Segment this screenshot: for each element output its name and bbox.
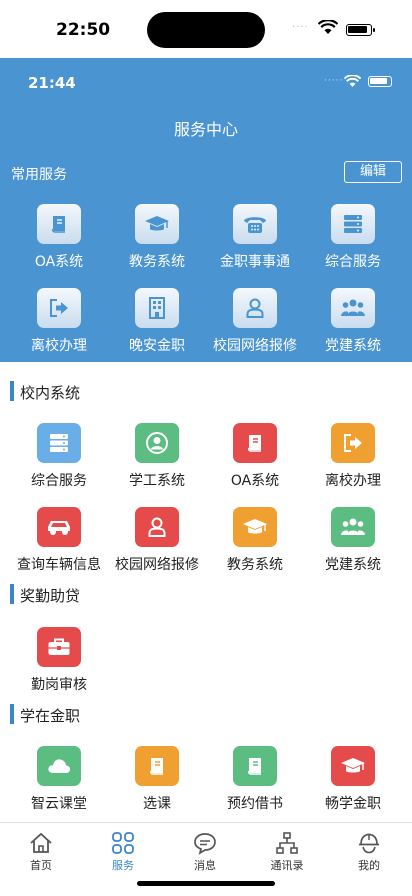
battery-icon [346, 24, 375, 36]
helmet-icon [328, 831, 410, 855]
tab-contacts[interactable]: 通讯录 [246, 831, 328, 873]
section-title: 校内系统 [20, 384, 81, 402]
app-tile[interactable]: 勤岗审核 [11, 627, 107, 694]
person-icon [135, 507, 179, 547]
service-tile[interactable]: 党建系统 [305, 288, 401, 355]
person-icon [233, 288, 277, 328]
graduation-cap-icon [331, 746, 375, 786]
user-circle-icon [135, 423, 179, 463]
app-tile[interactable]: 选课 [109, 746, 205, 813]
exit-arrow-icon [331, 423, 375, 463]
org-chart-icon [246, 831, 328, 855]
app-tile[interactable]: OA系统 [207, 423, 303, 490]
service-tile[interactable]: 离校办理 [11, 288, 107, 355]
service-label: 综合服务 [325, 254, 381, 270]
app-tile[interactable]: 畅学金职 [305, 746, 401, 813]
service-tile[interactable]: OA系统 [11, 204, 107, 271]
service-tile[interactable]: 校园网络报修 [207, 288, 303, 355]
book-icon [135, 746, 179, 786]
app-tile[interactable]: 查询车辆信息 [11, 507, 107, 574]
cloud-icon [37, 746, 81, 786]
inner-status-time: 21:44 [28, 74, 76, 92]
service-label: 晚安金职 [129, 338, 185, 354]
app-tile[interactable]: 学工系统 [109, 423, 205, 490]
grid-icon [82, 831, 164, 855]
signal-dots: ···· [292, 22, 309, 33]
tab-home[interactable]: 首页 [0, 831, 82, 873]
service-label: OA系统 [34, 254, 84, 270]
group-icon [331, 288, 375, 328]
service-label: 校园网络报修 [213, 338, 297, 354]
exit-arrow-icon [37, 288, 81, 328]
app-label: 勤岗审核 [31, 677, 87, 693]
app-label: 选课 [143, 796, 171, 812]
dynamic-island [147, 12, 265, 48]
section-title: 奖勤助贷 [20, 587, 81, 605]
app-label: 离校办理 [325, 473, 381, 489]
service-tile[interactable]: 综合服务 [305, 204, 401, 271]
service-tile[interactable]: 教务系统 [109, 204, 205, 271]
car-icon [37, 507, 81, 547]
home-icon [0, 831, 82, 855]
telephone-icon [233, 204, 277, 244]
common-services-label: 常用服务 [11, 167, 67, 183]
service-label: 党建系统 [325, 338, 381, 354]
app-label: 综合服务 [31, 473, 87, 489]
status-time: 22:50 [56, 20, 111, 40]
app-tile[interactable]: 离校办理 [305, 423, 401, 490]
briefcase-icon [37, 627, 81, 667]
edit-button[interactable]: 编辑 [344, 161, 402, 183]
server-icon [331, 204, 375, 244]
inner-signal-dots: ····· [324, 76, 344, 86]
graduation-cap-icon [135, 204, 179, 244]
common-services-panel: 21:44 ····· 服务中心 常用服务 编辑 OA系统 教务系统 金职事事通… [0, 58, 412, 362]
tab-label: 服务 [112, 859, 134, 872]
service-tile[interactable]: 金职事事通 [207, 204, 303, 271]
app-label: 查询车辆信息 [17, 557, 101, 573]
app-tile[interactable]: 党建系统 [305, 507, 401, 574]
tab-service[interactable]: 服务 [82, 831, 164, 873]
app-label: 畅学金职 [325, 796, 381, 812]
tab-mine[interactable]: 我的 [328, 831, 410, 873]
tab-label: 我的 [358, 859, 380, 872]
service-label: 金职事事通 [220, 254, 290, 270]
section-accent-bar [10, 704, 14, 724]
graduation-cap-icon [233, 507, 277, 547]
app-label: 教务系统 [227, 557, 283, 573]
tab-messages[interactable]: 消息 [164, 831, 246, 873]
chat-bubble-icon [164, 831, 246, 855]
service-label: 离校办理 [31, 338, 87, 354]
app-tile[interactable]: 智云课堂 [11, 746, 107, 813]
group-icon [331, 507, 375, 547]
section-accent-bar [10, 584, 14, 604]
app-label: OA系统 [230, 473, 280, 489]
app-label: 党建系统 [325, 557, 381, 573]
inner-battery-icon [368, 76, 392, 87]
building-icon [135, 288, 179, 328]
app-label: 学工系统 [129, 473, 185, 489]
book-icon [233, 423, 277, 463]
inner-wifi-icon [343, 73, 362, 92]
app-tile[interactable]: 校园网络报修 [109, 507, 205, 574]
app-tile[interactable]: 预约借书 [207, 746, 303, 813]
app-tile[interactable]: 教务系统 [207, 507, 303, 574]
book-icon [37, 204, 81, 244]
service-tile[interactable]: 晚安金职 [109, 288, 205, 355]
page-title: 服务中心 [173, 120, 238, 139]
tab-label: 消息 [194, 859, 216, 872]
section-accent-bar [10, 381, 14, 401]
home-indicator [137, 881, 275, 886]
service-label: 教务系统 [129, 254, 185, 270]
wifi-icon [317, 19, 339, 39]
server-icon [37, 423, 81, 463]
tab-label: 首页 [30, 859, 52, 872]
app-label: 预约借书 [227, 796, 283, 812]
app-label: 校园网络报修 [115, 557, 199, 573]
status-bar: 22:50 ···· [0, 0, 412, 58]
tab-label: 通讯录 [270, 859, 304, 872]
app-tile[interactable]: 综合服务 [11, 423, 107, 490]
section-title: 学在金职 [20, 707, 81, 725]
app-label: 智云课堂 [31, 796, 87, 812]
book-icon [233, 746, 277, 786]
